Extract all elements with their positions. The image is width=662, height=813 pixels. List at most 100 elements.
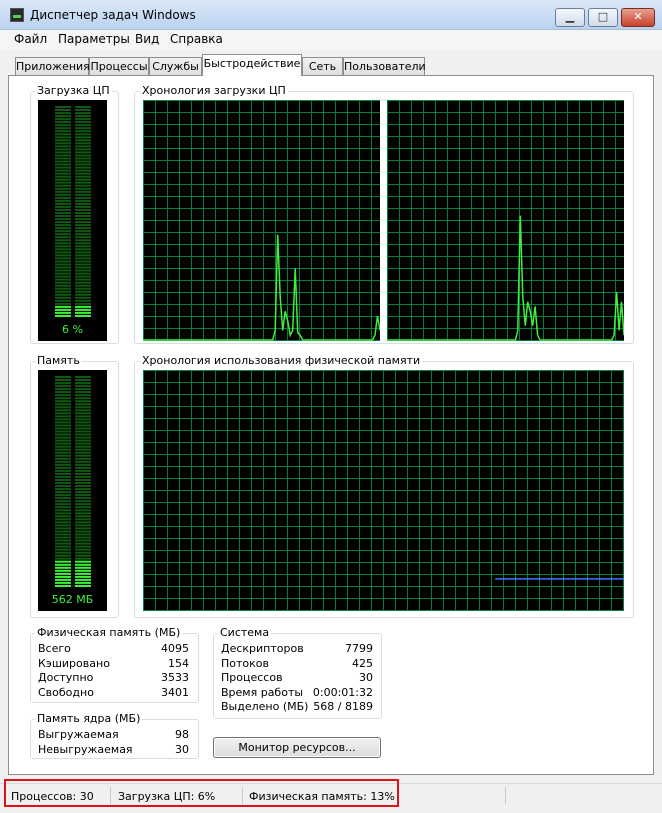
cpu-meter-segment [55, 266, 71, 269]
stat-value-uptime: 0:00:01:32 [312, 686, 373, 699]
cpu-meter-segment [75, 272, 91, 275]
cpu-usage-value: 6 % [62, 323, 83, 336]
cpu-meter-segment [55, 115, 71, 118]
memory-meter-segment [75, 566, 91, 569]
memory-meter-segment [55, 448, 71, 451]
memory-meter-segment [55, 463, 71, 466]
memory-meter-segment [75, 509, 91, 512]
cpu-meter-segment [75, 151, 91, 154]
memory-meter-segment [55, 479, 71, 481]
cpu-meter-segment [55, 130, 71, 133]
minimize-button[interactable]: ▁ [555, 8, 585, 27]
memory-meter-segment [55, 379, 71, 381]
maximize-button[interactable]: □ [588, 8, 618, 27]
cpu-usage-meter: 6 % [38, 100, 107, 341]
cpu-meter-segment [75, 166, 91, 169]
cpu-meter-segment [55, 163, 71, 166]
menu-file[interactable]: Файл [14, 32, 47, 46]
stat-label-paged: Выгружаемая [38, 728, 119, 741]
cpu-meter-segment [75, 142, 91, 145]
cpu-meter-segment [55, 260, 71, 263]
tab-users[interactable]: Пользователи [343, 57, 426, 76]
memory-meter-segment [55, 539, 71, 542]
cpu-core1-chart [143, 100, 380, 341]
memory-meter-segment [55, 391, 71, 394]
menu-bar: Файл Параметры Вид Справка [0, 30, 662, 50]
system-label: Система [218, 626, 272, 639]
tab-services[interactable]: Службы [149, 57, 202, 76]
cpu-meter-segment [55, 290, 71, 293]
cpu-meter-segment [75, 251, 91, 254]
memory-meter-segment [55, 488, 71, 491]
cpu-meter-segment [55, 239, 71, 242]
memory-meter-segment [55, 421, 71, 424]
memory-meter-segment [55, 533, 71, 536]
title-bar[interactable]: Диспетчер задач Windows ▁ □ ✕ [0, 0, 662, 30]
memory-meter-segment [55, 397, 71, 400]
menu-help[interactable]: Справка [170, 32, 223, 46]
memory-meter-segment [55, 536, 71, 539]
memory-meter-segment [75, 451, 91, 454]
cpu-meter-segment [75, 305, 91, 308]
memory-meter-segment [75, 512, 91, 515]
cpu-meter-segment [55, 257, 71, 260]
menu-options[interactable]: Параметры [58, 32, 130, 46]
memory-meter-segment [55, 497, 71, 500]
cpu-meter-bars [55, 106, 91, 317]
memory-meter-segment [75, 415, 91, 418]
memory-meter-segment [75, 376, 91, 378]
memory-meter-segment [55, 566, 71, 569]
memory-meter-segment [55, 524, 71, 527]
memory-meter-segment [55, 427, 71, 430]
cpu-meter-segment [75, 293, 91, 296]
cpu-meter-segment [75, 299, 91, 302]
stat-label-nonpaged: Невыгружаемая [38, 743, 133, 756]
menu-view[interactable]: Вид [135, 32, 159, 46]
stat-label-threads: Потоков [221, 657, 269, 670]
tab-performance[interactable]: Быстродействие [202, 54, 302, 76]
memory-meter-segment [55, 472, 71, 475]
tab-applications[interactable]: Приложения [15, 57, 90, 76]
memory-meter-segment [75, 485, 91, 487]
tab-networking[interactable]: Сеть [302, 57, 343, 76]
memory-meter-segment [55, 575, 71, 578]
memory-meter-segment [55, 545, 71, 548]
memory-meter-segment [75, 463, 91, 466]
memory-meter-segment [55, 554, 71, 557]
memory-meter-segment [75, 469, 91, 472]
memory-meter-segment [75, 466, 91, 469]
stat-label-cached: Кэшировано [38, 657, 110, 670]
memory-meter-segment [55, 491, 71, 494]
cpu-meter-segment [55, 175, 71, 178]
memory-meter-segment [75, 409, 91, 412]
cpu-meter-segment [75, 215, 91, 217]
cpu-meter-segment [75, 245, 91, 248]
cpu-meter-segment [55, 236, 71, 239]
memory-meter-segment [75, 448, 91, 451]
cpu-meter-segment [75, 184, 91, 187]
memory-meter-segment [75, 585, 91, 587]
cpu-meter-segment [75, 315, 91, 317]
close-button[interactable]: ✕ [621, 8, 655, 27]
resource-monitor-button[interactable]: Монитор ресурсов... [213, 737, 381, 758]
cpu-meter-segment [55, 287, 71, 290]
cpu-meter-segment [75, 248, 91, 251]
cpu-meter-segment [55, 284, 71, 287]
cpu-meter-segment [75, 133, 91, 136]
cpu-meter-segment [55, 218, 71, 221]
cpu-meter-segment [55, 251, 71, 254]
cpu-meter-segment [55, 242, 71, 245]
stat-value-paged: 98 [175, 728, 189, 741]
memory-history-label: Хронология использования физической памя… [140, 354, 423, 367]
cpu-meter-segment [55, 212, 71, 214]
cpu-core1-line [143, 234, 380, 341]
memory-meter-segment [75, 545, 91, 548]
cpu-meter-segment [55, 193, 71, 196]
memory-history-graph [143, 370, 624, 611]
cpu-meter-segment [55, 281, 71, 284]
cpu-meter-segment [55, 299, 71, 302]
memory-meter-segment [75, 460, 91, 463]
tab-processes[interactable]: Процессы [89, 57, 149, 76]
memory-meter-segment [75, 421, 91, 424]
memory-meter-segment [75, 557, 91, 560]
